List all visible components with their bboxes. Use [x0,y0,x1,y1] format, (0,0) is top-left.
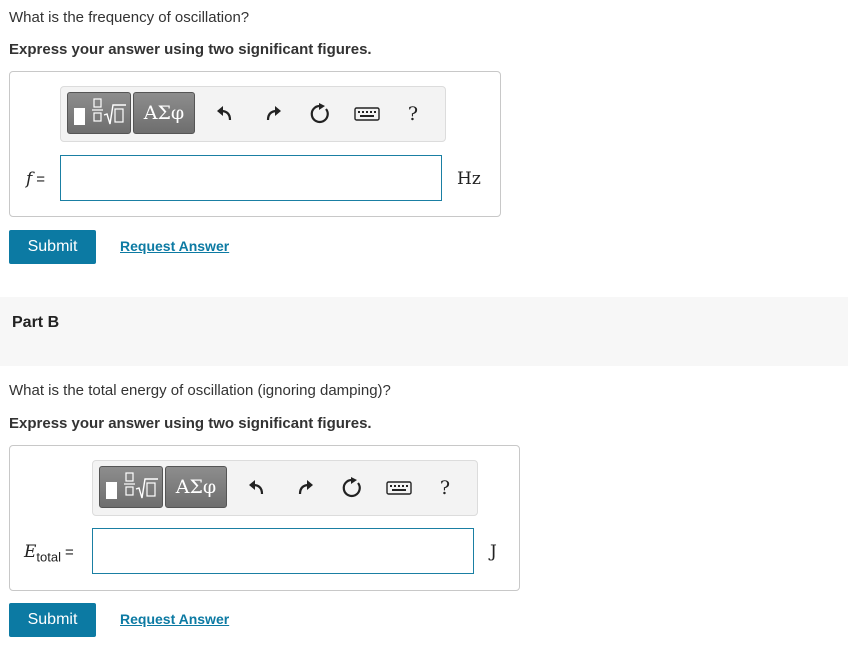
part-b-answer-input[interactable] [92,528,474,574]
fraction-sqrt-template-icon [74,98,126,125]
variable-symbol: f [26,169,33,189]
part-b-request-answer-link[interactable]: Request Answer [120,611,229,627]
greek-symbols-button[interactable]: ΑΣφ [165,466,227,508]
redo-icon[interactable] [259,100,287,128]
part-a-answer-input[interactable] [60,155,442,201]
part-b-answer-box: ΑΣφ ? Etotal = J [9,445,520,591]
help-button[interactable]: ? [431,474,459,502]
part-b-instruction: Express your answer using two significan… [9,415,372,432]
variable-symbol: E [24,542,37,562]
part-a-submit-button[interactable]: Submit [9,230,96,264]
greek-symbols-button[interactable]: ΑΣφ [133,92,195,134]
reset-icon[interactable] [338,474,366,502]
part-a-math-toolbar: ΑΣφ ? [60,86,446,142]
keyboard-icon[interactable] [353,100,381,128]
equals-sign: = [36,171,46,188]
part-b-title: Part B [12,314,60,331]
part-b-question: What is the total energy of oscillation … [9,382,391,399]
help-button[interactable]: ? [399,100,427,128]
part-b-header: Part B [0,297,848,366]
fraction-sqrt-template-icon [106,472,158,499]
part-b-variable-label: Etotal = [24,542,74,564]
part-a-request-answer-link[interactable]: Request Answer [120,238,229,254]
part-a-variable-label: f = [26,169,45,189]
part-b-math-toolbar: ΑΣφ ? [92,460,478,516]
part-a-question: What is the frequency of oscillation? [9,9,250,26]
undo-icon[interactable] [243,474,271,502]
equals-sign: = [65,544,74,561]
redo-icon[interactable] [291,474,319,502]
reset-icon[interactable] [306,100,334,128]
variable-subscript: total [36,549,61,565]
undo-icon[interactable] [211,100,239,128]
part-b-submit-button[interactable]: Submit [9,603,96,637]
part-a-instruction: Express your answer using two significan… [9,41,372,58]
template-button[interactable] [99,466,163,508]
template-button[interactable] [67,92,131,134]
part-b-unit-label: J [490,542,497,562]
part-a-unit-label: Hz [457,169,481,189]
part-a-answer-box: ΑΣφ ? f = Hz [9,71,501,217]
keyboard-icon[interactable] [385,474,413,502]
